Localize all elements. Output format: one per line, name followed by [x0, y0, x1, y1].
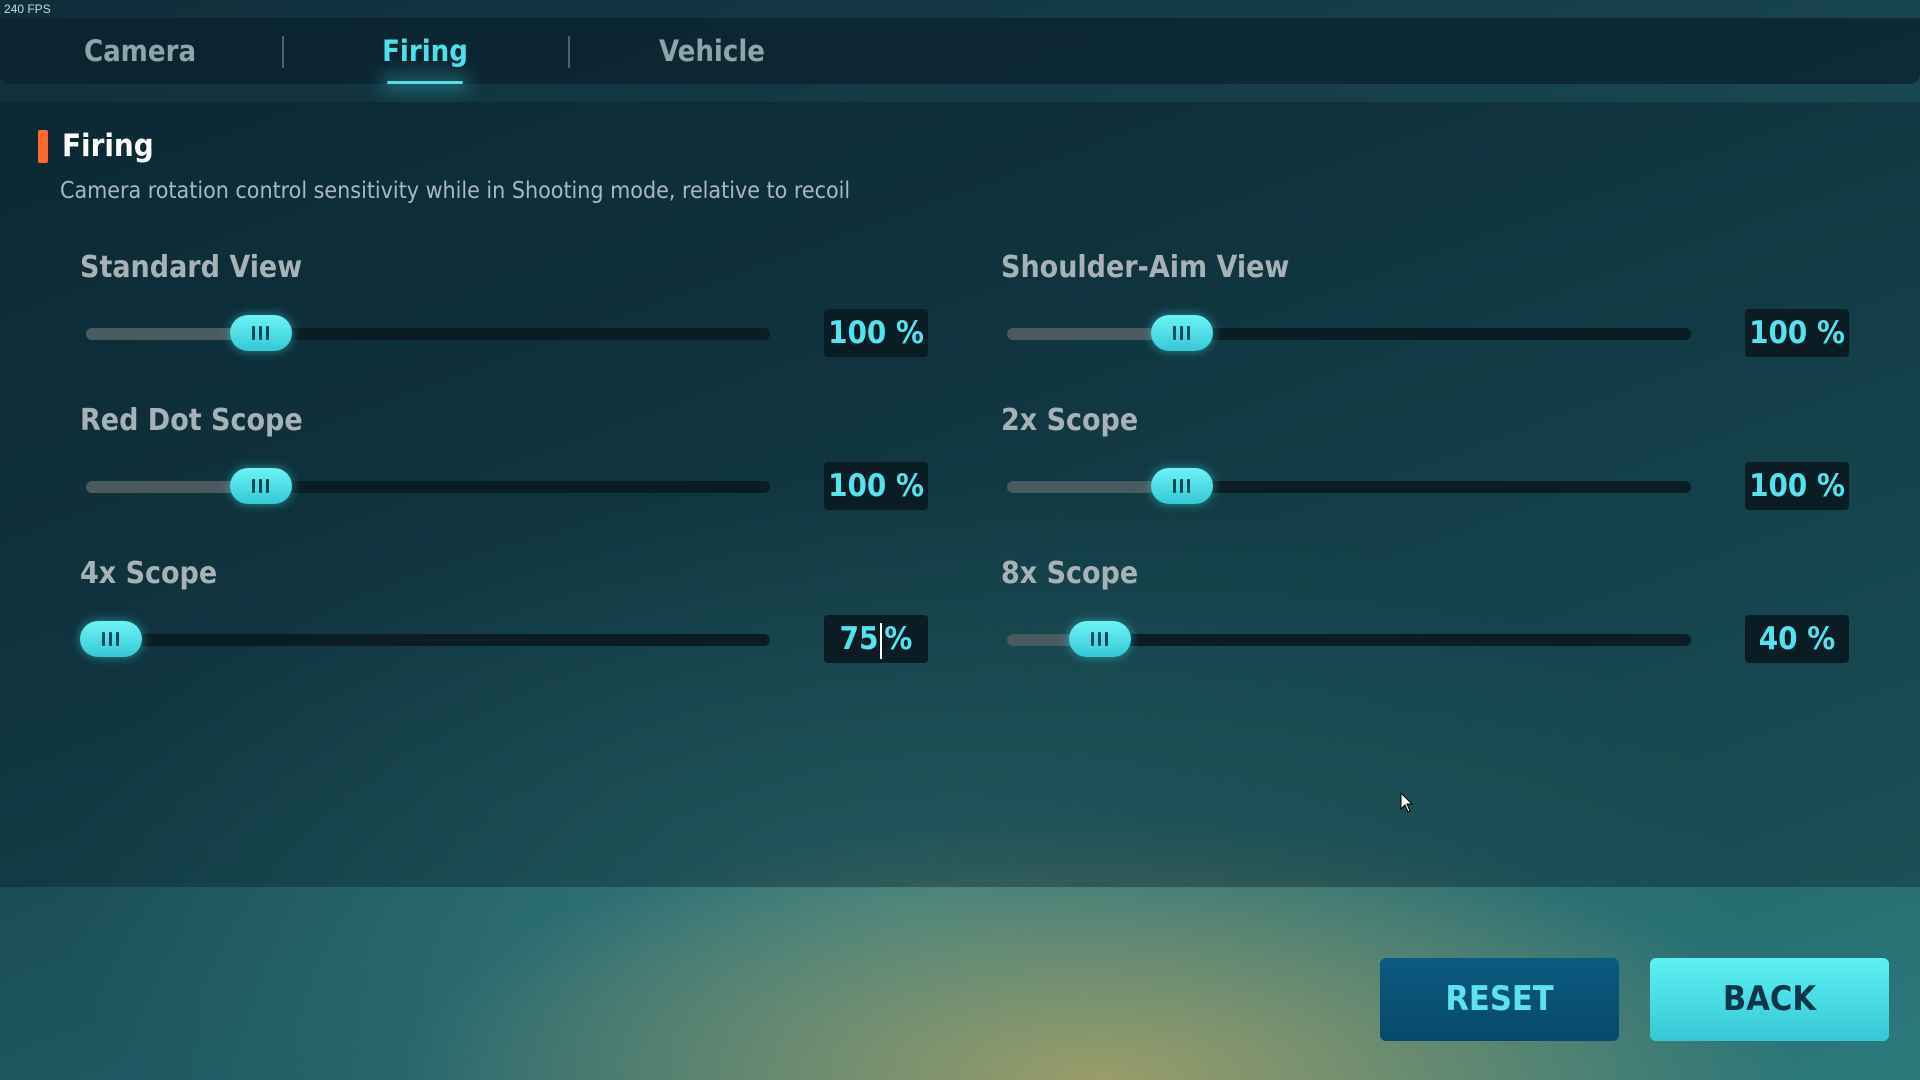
unit-text: % — [1816, 315, 1845, 351]
slider-track[interactable] — [80, 621, 770, 657]
back-button[interactable]: BACK — [1650, 958, 1889, 1041]
setting-standard-view: Standard View 100 % — [80, 250, 940, 380]
fps-counter: 240 FPS — [4, 2, 51, 16]
unit-text: % — [895, 315, 924, 351]
slider-track[interactable] — [1007, 468, 1691, 504]
setting-label: 2x Scope — [1001, 403, 1139, 438]
unit-text: % — [1807, 621, 1836, 657]
section-description: Camera rotation control sensitivity whil… — [60, 178, 851, 204]
section-title: Firing — [62, 128, 154, 164]
slider-thumb[interactable] — [229, 468, 292, 504]
grip-icon — [251, 326, 270, 340]
slider-track[interactable] — [1007, 315, 1691, 351]
unit-text: % — [895, 468, 924, 504]
value-field[interactable]: 100 % — [1745, 309, 1849, 357]
value-text: 100 — [1749, 468, 1808, 504]
slider-thumb[interactable] — [80, 621, 142, 657]
slider-thumb[interactable] — [1068, 621, 1131, 657]
tab-bar: Camera Firing Vehicle — [0, 18, 1920, 84]
value-text: 100 — [1749, 315, 1808, 351]
grip-icon — [1172, 479, 1191, 493]
reset-button[interactable]: RESET — [1380, 958, 1619, 1041]
tab-vehicle[interactable]: Vehicle — [632, 18, 792, 84]
slider-thumb[interactable] — [229, 315, 292, 351]
setting-red-dot-scope: Red Dot Scope 100 % — [80, 403, 940, 533]
grip-icon — [1090, 632, 1109, 646]
tab-firing[interactable]: Firing — [345, 18, 505, 84]
value-field[interactable]: 100 % — [824, 309, 928, 357]
value-text: 100 — [828, 468, 887, 504]
unit-text: % — [1816, 468, 1845, 504]
value-field[interactable]: 100 % — [1745, 462, 1849, 510]
slider-track[interactable] — [86, 468, 770, 504]
slider-thumb[interactable] — [1150, 315, 1213, 351]
slider-track[interactable] — [86, 315, 770, 351]
grip-icon — [251, 479, 270, 493]
tab-camera[interactable]: Camera — [60, 18, 220, 84]
active-tab-indicator — [387, 81, 463, 84]
setting-label: 8x Scope — [1001, 556, 1139, 591]
value-field[interactable]: 40 % — [1745, 615, 1849, 663]
setting-8x-scope: 8x Scope 40 % — [1001, 556, 1861, 686]
grip-icon — [1172, 326, 1191, 340]
value-field[interactable]: 75% — [824, 615, 928, 663]
text-caret — [880, 622, 883, 659]
section-marker — [38, 130, 48, 163]
setting-label: Standard View — [80, 250, 303, 285]
setting-label: Red Dot Scope — [80, 403, 303, 438]
mouse-cursor-icon — [1400, 792, 1414, 813]
value-text: 100 — [828, 315, 887, 351]
setting-2x-scope: 2x Scope 100 % — [1001, 403, 1861, 533]
tab-vehicle-label: Vehicle — [659, 34, 765, 68]
value-text: 40 — [1758, 621, 1798, 657]
tab-separator — [568, 36, 570, 68]
slider-track[interactable] — [1007, 621, 1691, 657]
value-text: 75 — [839, 621, 879, 657]
tab-camera-label: Camera — [83, 34, 197, 68]
grip-icon — [102, 632, 120, 646]
setting-shoulder-aim-view: Shoulder-Aim View 100 % — [1001, 250, 1861, 380]
setting-label: Shoulder-Aim View — [1001, 250, 1290, 285]
value-field[interactable]: 100 % — [824, 462, 928, 510]
tab-firing-label: Firing — [382, 34, 468, 68]
slider-thumb[interactable] — [1150, 468, 1213, 504]
tab-separator — [282, 36, 284, 68]
setting-4x-scope: 4x Scope 75% — [80, 556, 940, 686]
unit-text: % — [884, 621, 913, 657]
setting-label: 4x Scope — [80, 556, 218, 591]
